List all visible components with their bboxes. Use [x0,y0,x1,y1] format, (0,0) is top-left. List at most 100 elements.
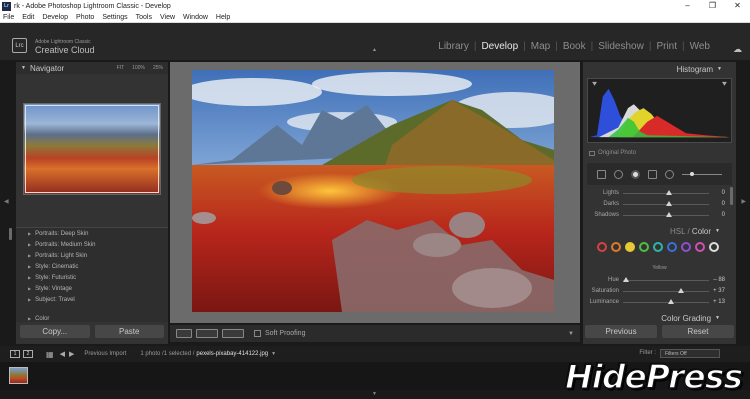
color-swatch-yellow[interactable] [625,242,635,252]
hsl-color-header[interactable]: HSL / Color ▼ [583,225,736,237]
lights-value[interactable]: 0 [709,190,725,196]
menu-edit[interactable]: Edit [22,14,34,21]
reset-button[interactable]: Reset [662,325,734,338]
previous-import-source[interactable]: Previous Import [84,351,126,357]
color-swatch-purple[interactable] [681,242,691,252]
histogram-chart[interactable] [587,78,732,143]
before-after-swap-icon[interactable] [222,329,244,338]
right-panel-collapse-icon[interactable]: ▶ [741,198,746,205]
radial-filter-icon[interactable] [665,169,674,179]
main-monitor-icon[interactable]: 1 [10,350,20,358]
color-swatch-red[interactable] [597,242,607,252]
color-swatch-orange[interactable] [611,242,621,252]
module-book[interactable]: Book [559,41,590,52]
shadows-track[interactable] [623,211,709,217]
histogram-collapse-icon[interactable]: ▼ [717,66,722,72]
menu-view[interactable]: View [160,14,175,21]
color-swatch-aqua[interactable] [653,242,663,252]
close-button[interactable]: ✕ [725,0,750,12]
module-slideshow[interactable]: Slideshow [594,41,648,52]
top-panel-collapse-icon[interactable]: ▲ [372,47,377,53]
before-after-icon[interactable] [196,329,218,338]
preset-item[interactable]: Portraits: Light Skin [16,250,168,261]
saturation-knob[interactable] [678,287,684,293]
shadows-knob[interactable] [666,211,672,217]
preset-item[interactable]: Style: Cinematic [16,261,168,272]
hue-track[interactable] [623,276,709,282]
filename-menu-icon[interactable]: ▼ [271,351,276,357]
color-swatch-magenta[interactable] [695,242,705,252]
original-photo-checkbox[interactable] [589,150,595,156]
hsl-title[interactable]: HSL / [670,227,690,236]
previous-button[interactable]: Previous [585,325,657,338]
module-library[interactable]: Library [434,41,473,52]
preset-group-color[interactable]: Color [28,316,49,322]
original-photo-toggle[interactable]: Original Photo [589,150,636,156]
preset-item[interactable]: Portraits: Deep Skin [16,228,168,239]
color-swatch-blue[interactable] [667,242,677,252]
menu-tools[interactable]: Tools [136,14,152,21]
preset-item[interactable]: Style: Vintage [16,283,168,294]
brush-size-slider[interactable] [682,171,722,176]
hue-knob[interactable] [623,276,629,282]
module-web[interactable]: Web [686,41,714,52]
filename-label[interactable]: pexels-pixabay-414122.jpg [196,351,268,357]
luminance-knob[interactable] [668,298,674,304]
hsl-collapse-icon[interactable]: ▼ [715,228,720,234]
preset-item[interactable]: Subject: Travel [16,294,168,305]
filmstrip-collapse-icon[interactable]: ▼ [372,391,377,397]
module-print[interactable]: Print [652,41,681,52]
toolbar-menu-icon[interactable]: ▼ [568,331,574,337]
spot-removal-icon[interactable] [614,169,623,179]
luminance-value[interactable]: + 13 [709,299,725,305]
maximize-button[interactable]: ❐ [700,0,725,12]
left-panel-collapse-icon[interactable]: ◀ [4,198,9,205]
photo-preview[interactable] [192,70,554,312]
crop-tool-icon[interactable] [597,169,606,179]
menu-develop[interactable]: Develop [42,14,68,21]
menu-file[interactable]: File [3,14,14,21]
navigator-header[interactable]: ▼ Navigator FIT 100% 25% [16,62,168,74]
filmstrip-thumbnail[interactable] [9,367,28,384]
share-cloud-icon[interactable]: ☁ [733,44,742,55]
soft-proofing-checkbox[interactable] [254,330,261,337]
darks-knob[interactable] [666,200,672,206]
minimize-button[interactable]: – [675,0,700,12]
saturation-value[interactable]: + 37 [709,288,725,294]
paste-button[interactable]: Paste [94,325,164,338]
color-title[interactable]: Color [692,227,711,236]
zoom-100[interactable]: 100% [132,65,145,71]
lights-knob[interactable] [666,189,672,195]
hue-value[interactable]: – 88 [709,277,725,283]
darks-value[interactable]: 0 [709,201,725,207]
copy-button[interactable]: Copy... [20,325,90,338]
color-grading-header[interactable]: Color Grading ▼ [583,312,736,324]
menu-photo[interactable]: Photo [76,14,94,21]
saturation-track[interactable] [623,287,709,293]
graduated-filter-icon[interactable] [648,169,657,179]
luminance-track[interactable] [623,298,709,304]
menu-settings[interactable]: Settings [102,14,127,21]
histogram-header[interactable]: Histogram ▼ [583,62,736,76]
module-map[interactable]: Map [527,41,554,52]
module-develop[interactable]: Develop [477,41,522,52]
color-grading-collapse-icon[interactable]: ▼ [715,315,720,321]
color-swatch-all[interactable] [709,242,719,252]
left-scrollbar[interactable] [9,228,12,240]
menu-help[interactable]: Help [216,14,230,21]
zoom-fit[interactable]: FIT [117,65,125,71]
lights-track[interactable] [623,189,709,195]
right-scrollbar[interactable] [730,187,733,205]
color-swatch-green[interactable] [639,242,649,252]
zoom-25[interactable]: 25% [153,65,163,71]
preset-item[interactable]: Style: Futuristic [16,272,168,283]
darks-track[interactable] [623,200,709,206]
navigator-preview[interactable] [23,103,161,195]
second-monitor-icon[interactable]: 2 [23,350,33,358]
grid-view-icon[interactable]: ▦ [46,350,54,359]
loupe-view-icon[interactable] [176,329,192,338]
navigator-collapse-icon[interactable]: ▼ [21,65,26,71]
menu-window[interactable]: Window [183,14,208,21]
preset-item[interactable]: Portraits: Medium Skin [16,239,168,250]
red-eye-icon[interactable] [631,169,640,179]
